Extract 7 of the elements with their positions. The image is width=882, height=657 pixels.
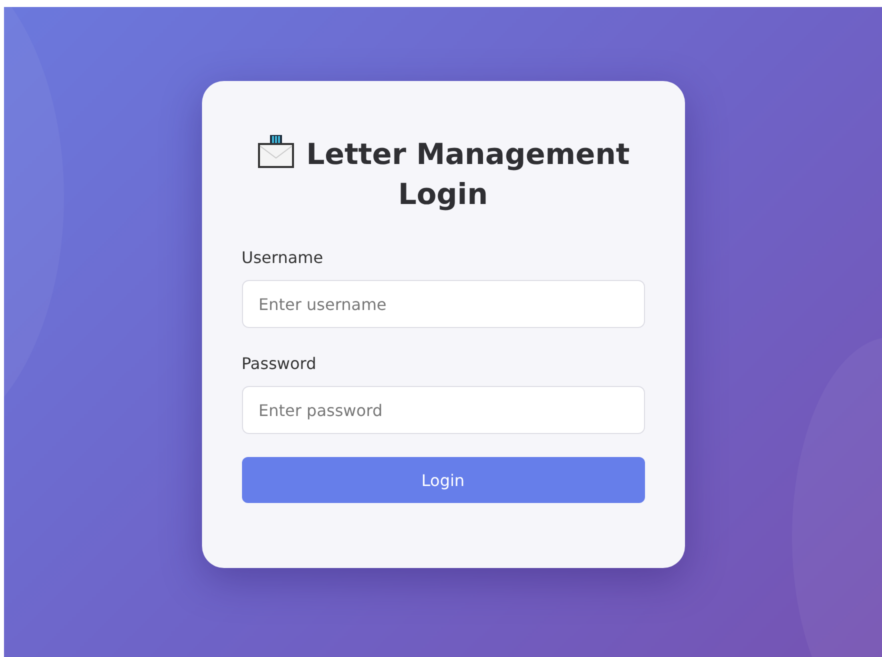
login-button[interactable]: Login — [242, 457, 644, 503]
envelope-icon — [256, 133, 296, 169]
login-title: Letter Management Login — [306, 137, 630, 211]
input-field[interactable]: Enter password — [242, 386, 644, 434]
input-field[interactable]: Enter username — [242, 280, 644, 328]
field-label: Password — [242, 354, 316, 373]
field-label: Username — [242, 248, 324, 267]
